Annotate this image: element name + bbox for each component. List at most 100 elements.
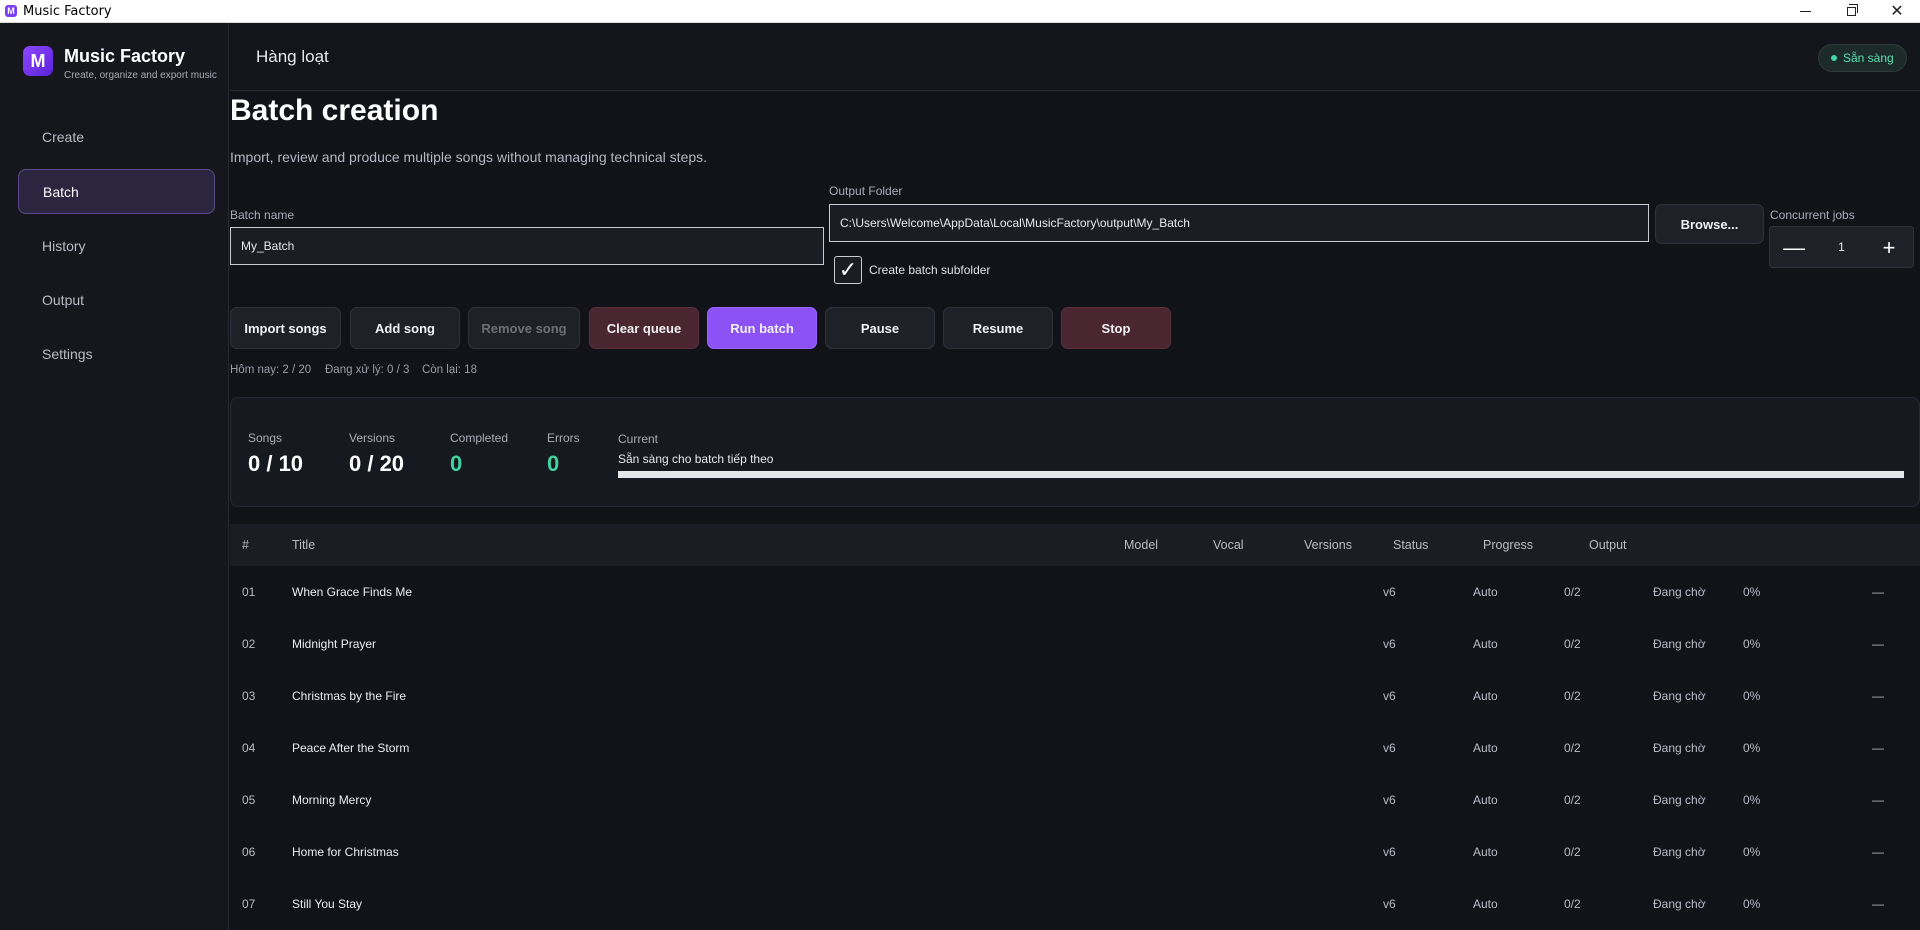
create-subfolder-label: Create batch subfolder [869, 263, 991, 277]
brand-subtitle: Create, organize and export music [64, 70, 217, 81]
minimize-button[interactable] [1782, 0, 1828, 23]
song-versions: 0/2 [1564, 741, 1581, 755]
song-progress: 0% [1743, 793, 1761, 807]
browse-button[interactable]: Browse... [1655, 204, 1764, 244]
row-number: 01 [242, 585, 256, 599]
song-model: v6 [1383, 897, 1396, 911]
table-row[interactable]: 04 Peace After the Storm v6 Auto 0/2 Đang chờ… [230, 723, 1920, 775]
sidebar-item-label: Output [42, 291, 85, 308]
song-output: — [1872, 793, 1884, 807]
song-status: Đang chờ [1653, 741, 1706, 755]
table-row[interactable]: 07 Still You Stay v6 Auto 0/2 Đang chờ 0% — [230, 879, 1920, 930]
column-header-vocal: Vocal [1213, 538, 1244, 552]
song-table-header: # Title Model Vocal Versions Status Prog… [230, 524, 1920, 566]
table-row[interactable]: 01 When Grace Finds Me v6 Auto 0/2 Đang chờ 0%… [230, 567, 1920, 619]
song-status: Đang chờ [1653, 897, 1706, 911]
create-subfolder-checkbox[interactable]: ✓ [834, 256, 862, 284]
song-model: v6 [1383, 637, 1396, 651]
status-badge-text: Sẵn sàng [1843, 51, 1894, 65]
song-vocal: Auto [1473, 689, 1498, 703]
versions-stat-label: Versions [349, 431, 396, 445]
song-output: — [1872, 897, 1884, 911]
errors-stat-label: Errors [547, 431, 580, 445]
row-number: 03 [242, 689, 256, 703]
resume-button[interactable]: Resume [943, 307, 1053, 349]
song-output: — [1872, 637, 1884, 651]
row-number: 04 [242, 741, 256, 755]
song-vocal: Auto [1473, 897, 1498, 911]
song-versions: 0/2 [1564, 793, 1581, 807]
sidebar: M Music Factory Create, organize and exp… [0, 23, 229, 930]
run-batch-button[interactable]: Run batch [707, 307, 817, 349]
column-header-title: Title [292, 538, 316, 552]
sidebar-item-create[interactable]: Create [18, 114, 215, 159]
row-number: 06 [242, 845, 256, 859]
checkmark-icon: ✓ [838, 257, 858, 282]
song-output: — [1872, 845, 1884, 859]
maximize-button[interactable] [1828, 0, 1874, 23]
clear-queue-button[interactable]: Clear queue [589, 307, 699, 349]
table-row[interactable]: 02 Midnight Prayer v6 Auto 0/2 Đang chờ 0% — [230, 619, 1920, 671]
add-song-button[interactable]: Add song [350, 307, 460, 349]
page-title: Batch creation [230, 94, 439, 127]
header-title: Hàng loạt [256, 47, 329, 66]
restore-icon [1846, 4, 1858, 16]
window-titlebar: M Music Factory ✕ [0, 0, 1920, 23]
table-row[interactable]: 05 Morning Mercy v6 Auto 0/2 Đang chờ 0% — [230, 775, 1920, 827]
sidebar-item-settings[interactable]: Settings [18, 331, 215, 376]
song-vocal: Auto [1473, 585, 1498, 599]
table-row[interactable]: 06 Home for Christmas v6 Auto 0/2 Đang chờ 0% — [230, 827, 1920, 879]
column-header-number: # [242, 538, 249, 552]
concurrent-jobs-stepper: — 1 + [1769, 226, 1914, 268]
output-folder-input[interactable]: C:\Users\Welcome\AppData\Local\MusicFact… [829, 204, 1649, 242]
current-label: Current [618, 432, 659, 446]
song-status: Đang chờ [1653, 637, 1706, 651]
sidebar-item-batch[interactable]: Batch [18, 169, 215, 214]
song-model: v6 [1383, 585, 1396, 599]
song-output: — [1872, 689, 1884, 703]
song-versions: 0/2 [1564, 585, 1581, 599]
column-header-model: Model [1124, 538, 1159, 552]
output-folder-label: Output Folder [829, 184, 903, 198]
versions-stat-value: 0 / 20 [349, 451, 405, 476]
stop-button[interactable]: Stop [1061, 307, 1171, 349]
remove-song-button[interactable]: Remove song [468, 307, 580, 349]
song-vocal: Auto [1473, 793, 1498, 807]
brand-name: Music Factory [64, 46, 186, 66]
window-title: Music Factory [23, 4, 112, 19]
sidebar-item-label: History [42, 237, 86, 254]
close-button[interactable]: ✕ [1874, 0, 1920, 23]
row-number: 07 [242, 897, 256, 911]
song-title: Still You Stay [292, 897, 363, 911]
column-header-versions: Versions [1304, 538, 1352, 552]
column-header-status: Status [1393, 538, 1429, 552]
column-header-output: Output [1589, 538, 1627, 552]
row-number: 05 [242, 793, 256, 807]
song-title: Home for Christmas [292, 845, 399, 859]
pause-button[interactable]: Pause [825, 307, 935, 349]
page-subtitle: Import, review and produce multiple song… [230, 149, 708, 165]
song-title: Christmas by the Fire [292, 689, 407, 703]
sidebar-item-output[interactable]: Output [18, 277, 215, 322]
song-output: — [1872, 741, 1884, 755]
close-icon: ✕ [1890, 2, 1904, 20]
plus-icon: + [1882, 235, 1896, 260]
column-header-progress: Progress [1483, 538, 1534, 552]
import-songs-button[interactable]: Import songs [230, 307, 341, 349]
errors-stat-value: 0 [547, 451, 560, 476]
batch-name-label: Batch name [230, 208, 295, 222]
song-progress: 0% [1743, 897, 1761, 911]
song-model: v6 [1383, 689, 1396, 703]
song-model: v6 [1383, 793, 1396, 807]
song-vocal: Auto [1473, 637, 1498, 651]
table-row[interactable]: 03 Christmas by the Fire v6 Auto 0/2 Đang chờ… [230, 671, 1920, 723]
sidebar-item-label: Batch [43, 183, 79, 200]
batch-stats-panel: Songs 0 / 10 Versions 0 / 20 Completed 0… [230, 397, 1920, 507]
song-vocal: Auto [1473, 845, 1498, 859]
increment-button[interactable]: + [1877, 235, 1901, 260]
songs-stat-label: Songs [248, 431, 283, 445]
batch-name-input[interactable]: My_Batch [230, 227, 824, 265]
song-progress: 0% [1743, 585, 1761, 599]
song-progress: 0% [1743, 845, 1761, 859]
sidebar-item-history[interactable]: History [18, 223, 215, 268]
